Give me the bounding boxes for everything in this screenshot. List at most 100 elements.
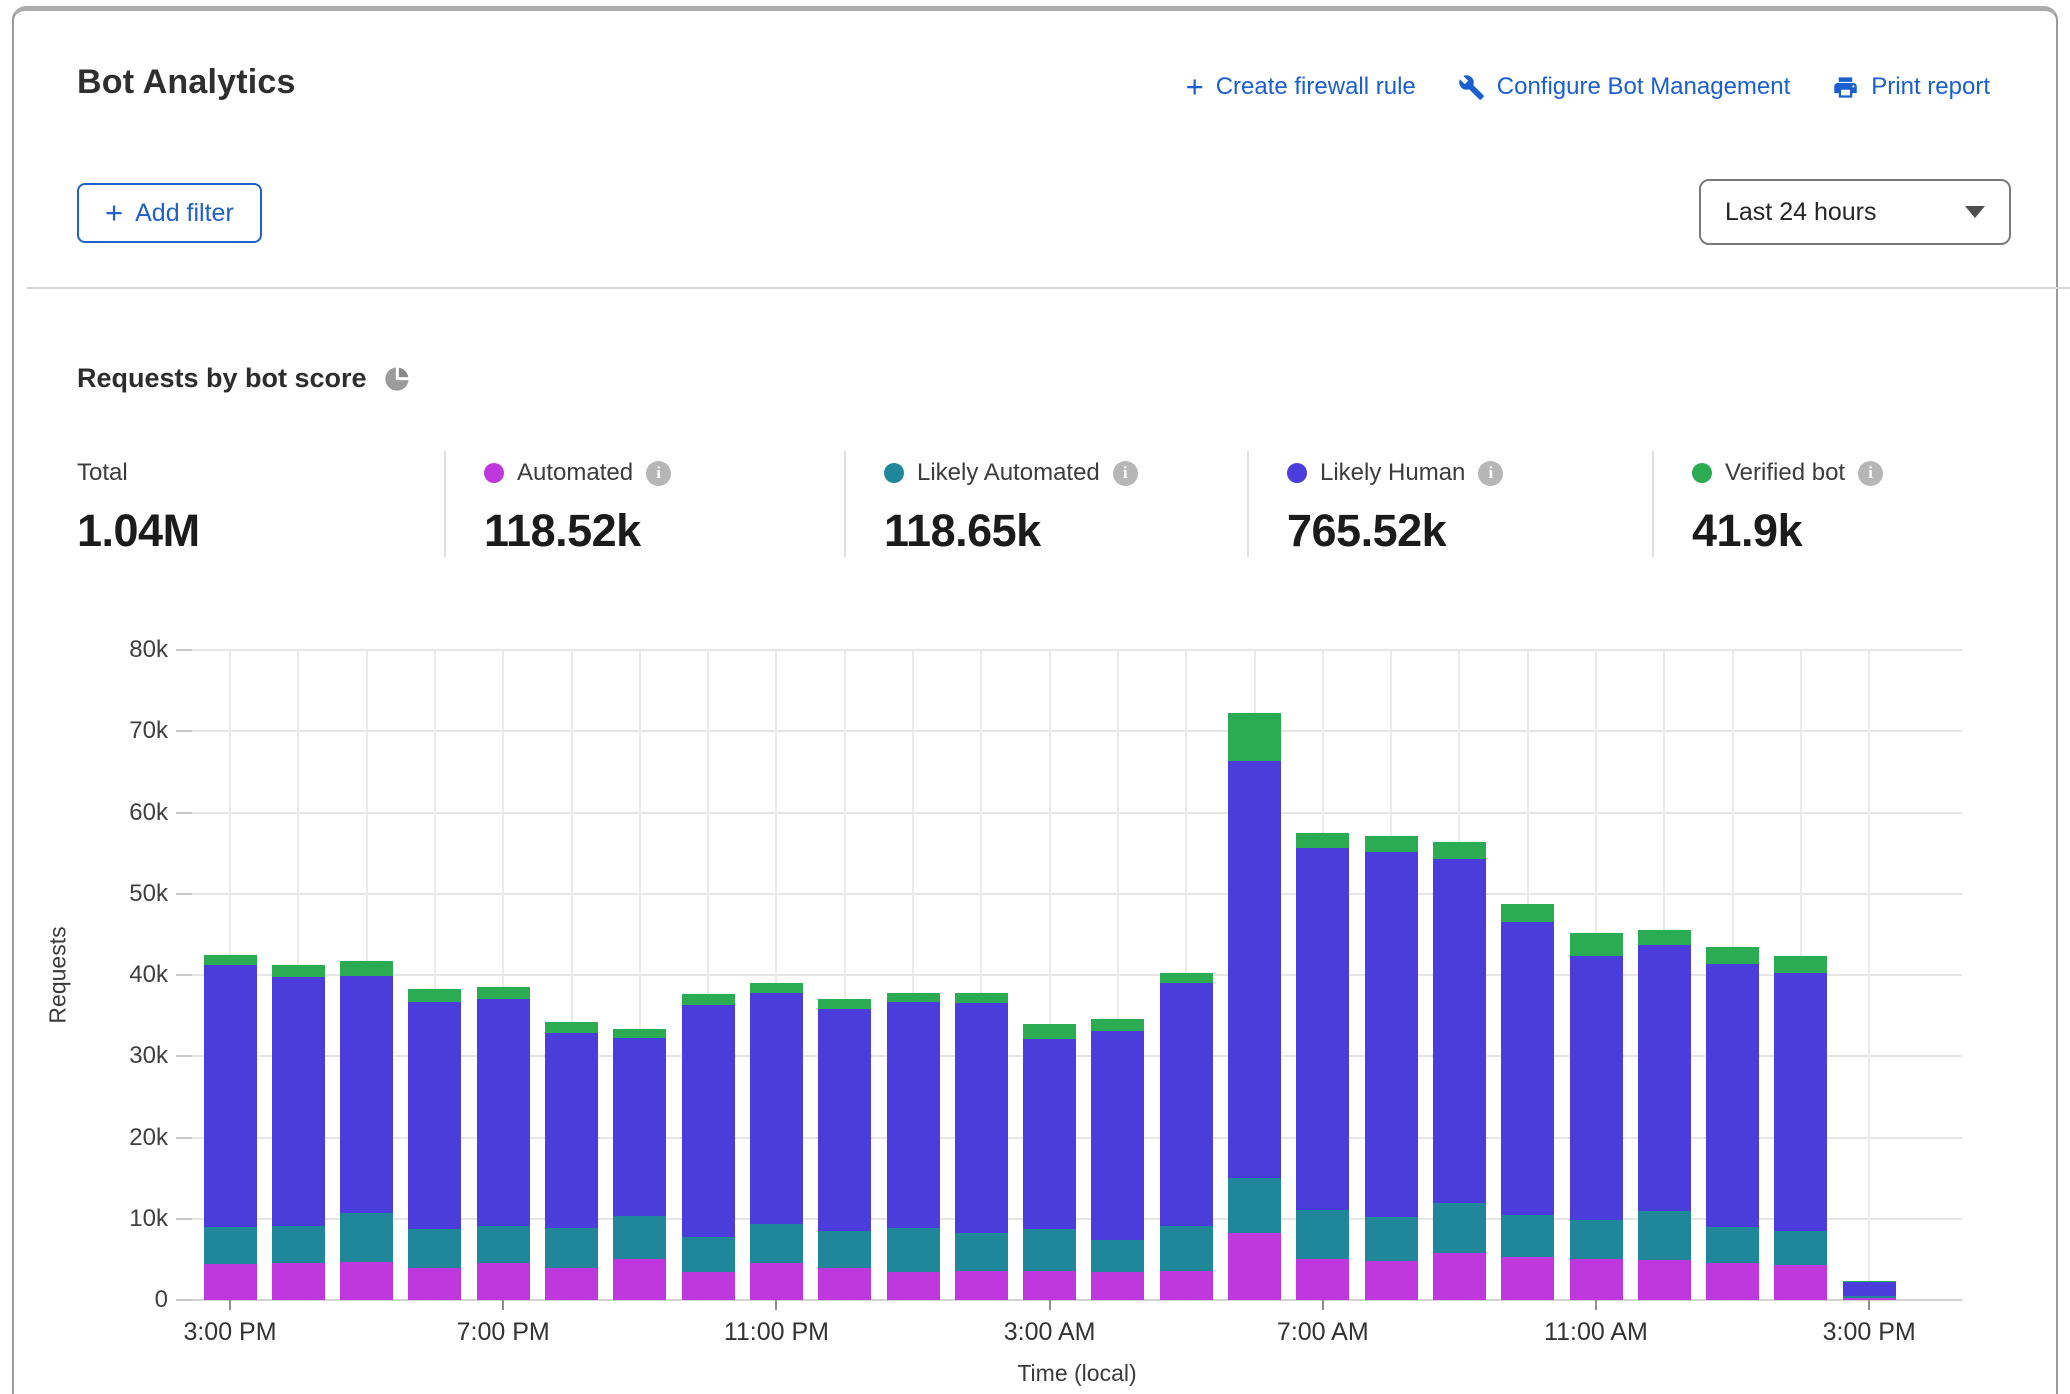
stats-row: Total1.04MAutomatedi118.52kLikely Automa… <box>77 451 2032 557</box>
stacked-bar-14[interactable] <box>1160 973 1213 1300</box>
segment-likely-human <box>1365 852 1418 1218</box>
x-tick-label: 3:00 PM <box>1823 1318 1916 1347</box>
legend-dot <box>1692 463 1712 483</box>
stacked-bar-22[interactable] <box>1706 947 1759 1300</box>
header-actions: + Create firewall rule Configure Bot Manag… <box>1186 73 1990 101</box>
stacked-bar-6[interactable] <box>613 1029 666 1300</box>
segment-likely-automated <box>272 1226 325 1263</box>
segment-likely-automated <box>1228 1178 1281 1232</box>
stacked-bar-8[interactable] <box>750 983 803 1300</box>
segment-automated <box>1365 1261 1418 1300</box>
y-tick-label: 40k <box>88 961 168 989</box>
stacked-bar-2[interactable] <box>340 961 393 1300</box>
stacked-bar-12[interactable] <box>1023 1024 1076 1300</box>
segment-likely-automated <box>682 1237 735 1272</box>
stacked-bar-19[interactable] <box>1501 904 1554 1301</box>
gridline-h <box>192 974 1962 976</box>
segment-likely-human <box>408 1002 461 1230</box>
segment-likely-human <box>204 965 257 1227</box>
stat-label: Verified bot <box>1725 459 1845 487</box>
segment-verified-bot <box>1774 956 1827 974</box>
stacked-bar-16[interactable] <box>1296 833 1349 1300</box>
plus-icon: + <box>1186 75 1204 99</box>
stacked-bar-11[interactable] <box>955 993 1008 1300</box>
segment-likely-human <box>1023 1039 1076 1229</box>
segment-likely-human <box>477 999 530 1226</box>
segment-verified-bot <box>340 961 393 976</box>
y-axis-title: Requests <box>45 926 72 1023</box>
segment-automated <box>477 1263 530 1300</box>
stat-block-likely-automated: Likely Automatedi118.65k <box>844 451 1247 557</box>
x-tick-mark <box>1595 1300 1597 1310</box>
segment-likely-automated <box>887 1228 940 1272</box>
action-create-firewall-rule[interactable]: + Create firewall rule <box>1186 73 1416 101</box>
segment-verified-bot <box>750 983 803 993</box>
stacked-bar-4[interactable] <box>477 987 530 1300</box>
stacked-bar-1[interactable] <box>272 965 325 1300</box>
segment-likely-automated <box>955 1233 1008 1271</box>
segment-automated <box>613 1259 666 1300</box>
y-tick-label: 30k <box>88 1042 168 1070</box>
segment-likely-human <box>340 976 393 1213</box>
x-tick-label: 3:00 PM <box>183 1318 276 1347</box>
segment-likely-human <box>613 1038 666 1216</box>
stacked-bar-23[interactable] <box>1774 956 1827 1301</box>
stacked-bar-7[interactable] <box>682 994 735 1300</box>
stacked-bar-21[interactable] <box>1638 930 1691 1301</box>
segment-verified-bot <box>682 994 735 1005</box>
segment-verified-bot <box>545 1022 598 1033</box>
y-tick-label: 60k <box>88 799 168 827</box>
info-icon[interactable]: i <box>1478 461 1503 486</box>
segment-likely-automated <box>204 1227 257 1264</box>
stat-label: Likely Human <box>1320 459 1465 487</box>
stacked-bar-0[interactable] <box>204 955 257 1300</box>
stacked-bar-10[interactable] <box>887 993 940 1300</box>
segment-verified-bot <box>887 993 940 1002</box>
info-icon[interactable]: i <box>1858 461 1883 486</box>
segment-automated <box>340 1262 393 1300</box>
stacked-bar-5[interactable] <box>545 1022 598 1300</box>
stacked-bar-24[interactable] <box>1843 1281 1896 1300</box>
chevron-down-icon <box>1965 206 1985 218</box>
segment-verified-bot <box>1365 836 1418 851</box>
segment-likely-human <box>1501 922 1554 1215</box>
y-tick-mark <box>176 893 192 895</box>
pie-chart-icon <box>383 365 411 393</box>
stat-block-automated: Automatedi118.52k <box>444 451 844 557</box>
stacked-bar-3[interactable] <box>408 989 461 1300</box>
time-range-dropdown[interactable]: Last 24 hours <box>1699 179 2011 245</box>
x-tick-mark <box>229 1300 231 1310</box>
segment-likely-automated <box>1091 1240 1144 1272</box>
stacked-bar-17[interactable] <box>1365 836 1418 1300</box>
action-configure-bot-management[interactable]: Configure Bot Management <box>1458 73 1791 101</box>
segment-automated <box>1023 1271 1076 1300</box>
action-label: Create firewall rule <box>1216 73 1416 101</box>
stacked-bar-18[interactable] <box>1433 842 1486 1300</box>
legend-dot <box>884 463 904 483</box>
y-tick-label: 50k <box>88 880 168 908</box>
segment-automated <box>272 1263 325 1300</box>
add-filter-button[interactable]: + Add filter <box>77 183 262 243</box>
stacked-bar-20[interactable] <box>1570 933 1623 1300</box>
stat-value: 765.52k <box>1287 505 1652 557</box>
segment-likely-automated <box>1706 1227 1759 1264</box>
action-print-report[interactable]: Print report <box>1832 73 1990 101</box>
stacked-bar-15[interactable] <box>1228 713 1281 1300</box>
x-axis-title: Time (local) <box>1017 1360 1136 1387</box>
stacked-bar-13[interactable] <box>1091 1019 1144 1300</box>
stat-block-likely-human: Likely Human i 765.52k <box>1247 451 1652 557</box>
y-tick-mark <box>176 730 192 732</box>
segment-automated <box>1433 1253 1486 1300</box>
header-divider <box>27 287 2070 289</box>
info-icon[interactable]: i <box>1113 461 1138 486</box>
segment-verified-bot <box>1160 973 1213 984</box>
y-tick-mark <box>176 974 192 976</box>
segment-likely-automated <box>1501 1215 1554 1257</box>
segment-automated <box>1774 1265 1827 1300</box>
x-tick-label: 11:00 PM <box>724 1318 829 1347</box>
y-tick-label: 20k <box>88 1124 168 1152</box>
info-icon[interactable]: i <box>646 461 671 486</box>
y-tick-mark <box>176 812 192 814</box>
stat-label: Total <box>77 459 128 487</box>
stacked-bar-9[interactable] <box>818 999 871 1300</box>
